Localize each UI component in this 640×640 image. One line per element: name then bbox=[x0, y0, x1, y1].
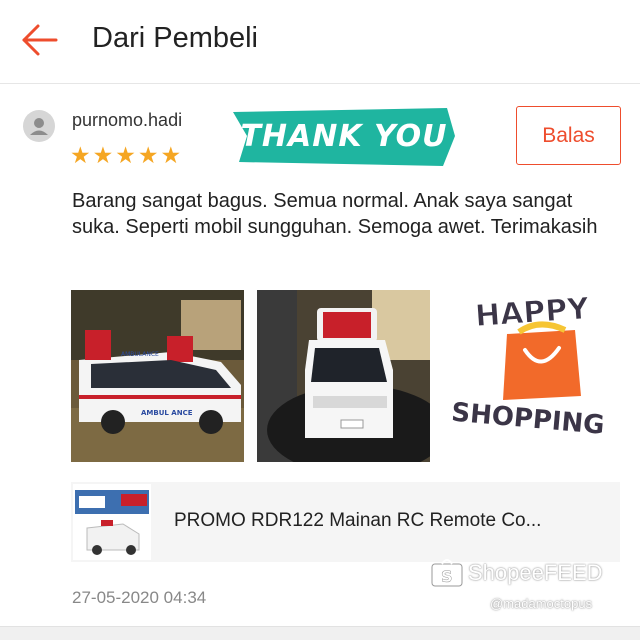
svg-text:S: S bbox=[441, 567, 453, 586]
shopping-text: SHOPPING bbox=[450, 398, 606, 441]
thank-you-sticker: THANK YOU bbox=[233, 108, 455, 166]
reviewer-username: purnomo.hadi bbox=[72, 110, 183, 130]
review-comment: Barang sangat bagus. Semua normal. Anak … bbox=[72, 190, 598, 238]
product-image bbox=[73, 484, 151, 560]
top-app-bar: Dari Pembeli bbox=[0, 0, 640, 84]
shopee-bag-icon: S bbox=[430, 558, 464, 588]
star-rating: ★★★★★ bbox=[70, 142, 184, 168]
product-thumbnail bbox=[73, 484, 151, 560]
product-card[interactable]: PROMO RDR122 Mainan RC Remote Co... bbox=[71, 482, 620, 562]
happy-shopping-sticker: HAPPY SHOPPING bbox=[447, 291, 633, 442]
arrow-left-icon bbox=[22, 24, 58, 56]
review-timestamp: 27-05-2020 04:34 bbox=[72, 588, 207, 607]
page-title: Dari Pembeli bbox=[92, 22, 258, 54]
ambulance-photo: AMBULANCE AMBUL ANCE bbox=[71, 290, 244, 462]
back-button[interactable] bbox=[18, 20, 62, 60]
product-name: PROMO RDR122 Mainan RC Remote Co... bbox=[174, 510, 542, 531]
user-icon bbox=[30, 118, 48, 135]
review-item: purnomo.hadi ★★★★★ THANK YOU Balas Baran… bbox=[0, 86, 640, 624]
reply-button[interactable]: Balas bbox=[516, 106, 621, 165]
thank-you-text: THANK YOU bbox=[240, 119, 448, 154]
avatar[interactable] bbox=[23, 110, 55, 142]
bottom-divider bbox=[0, 626, 640, 640]
ambulance-front-photo bbox=[257, 290, 430, 462]
watermark-handle: @madamoctopus bbox=[490, 596, 593, 611]
ambulance-label-side: AMBUL ANCE bbox=[141, 409, 193, 417]
watermark-brand: ShopeeFEED bbox=[468, 560, 603, 585]
ambulance-label-top: AMBULANCE bbox=[121, 351, 159, 358]
shopping-bag-icon: HAPPY SHOPPING bbox=[450, 291, 606, 441]
review-photo-1[interactable]: AMBULANCE AMBUL ANCE bbox=[71, 290, 244, 462]
review-photo-2[interactable] bbox=[257, 290, 430, 462]
